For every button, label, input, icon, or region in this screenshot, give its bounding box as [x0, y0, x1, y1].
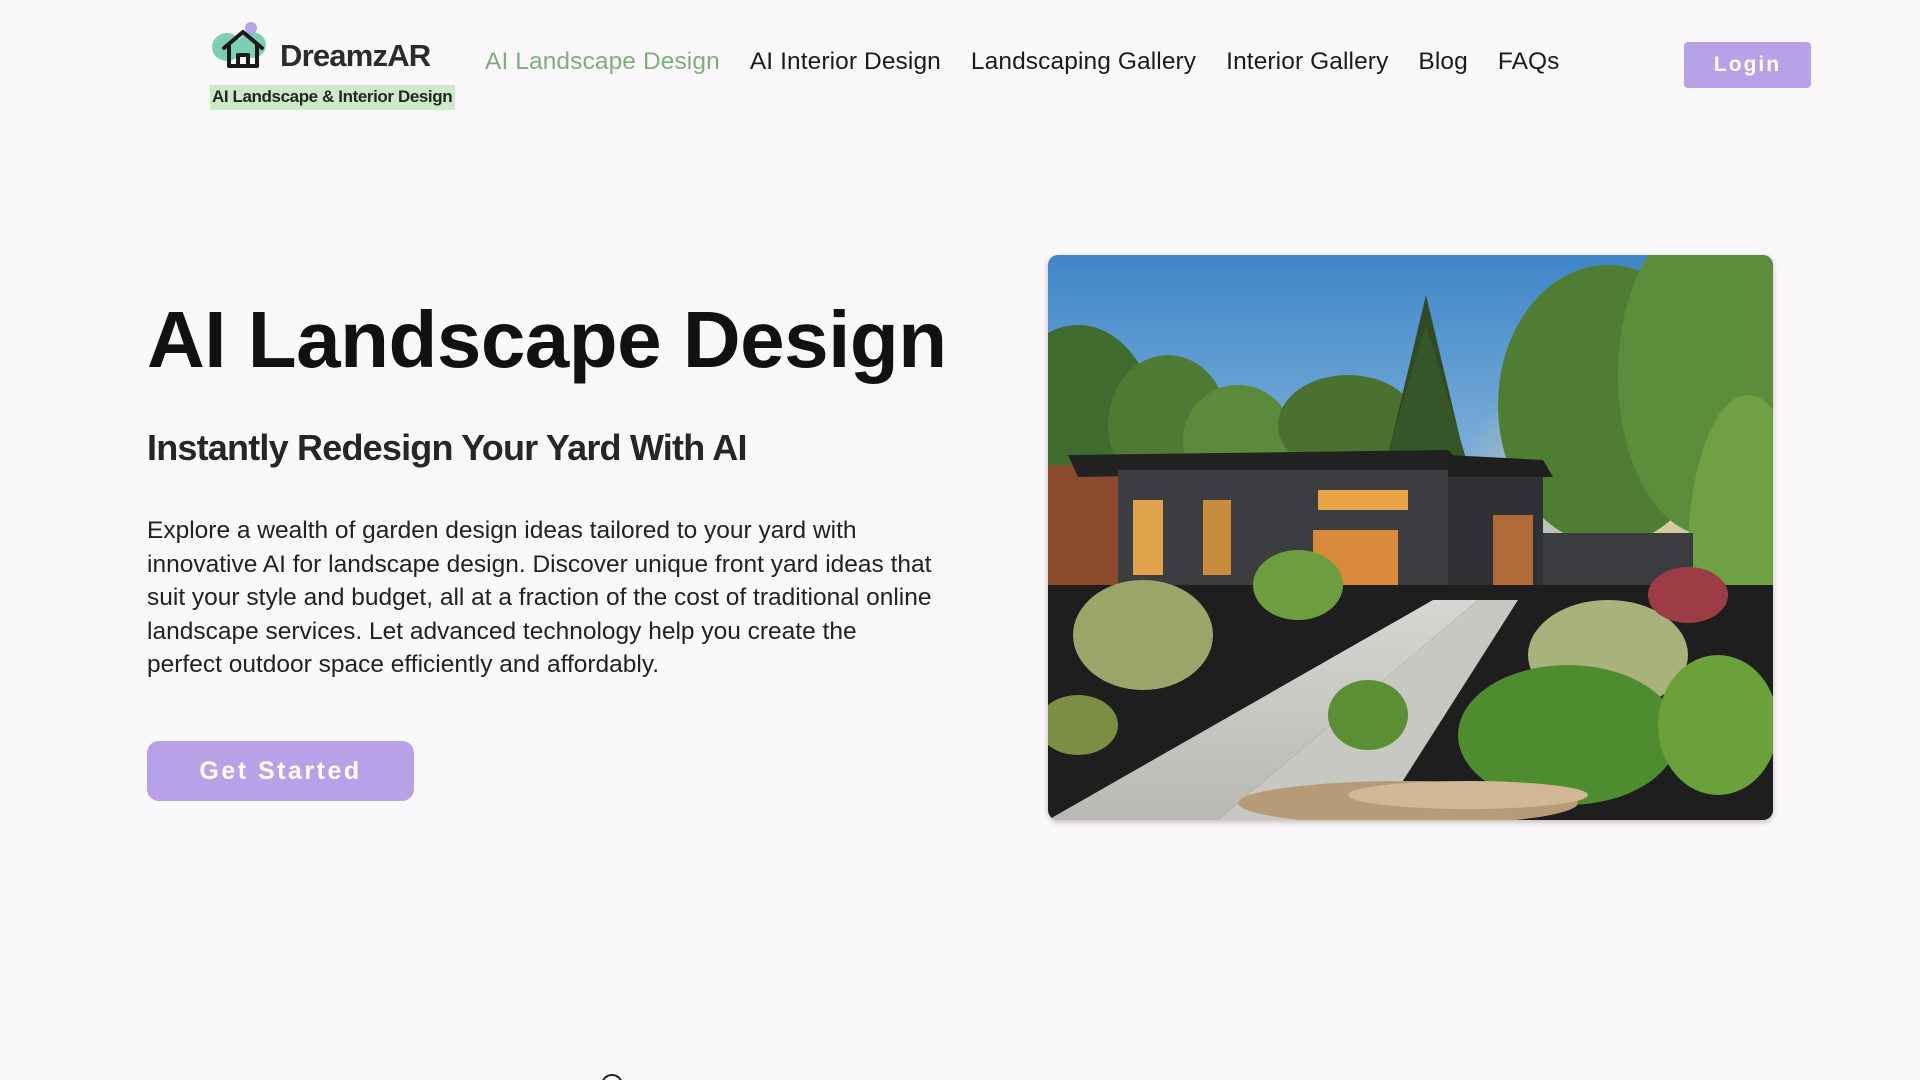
nav-item-ai-landscape-design[interactable]: AI Landscape Design: [485, 48, 720, 76]
page: DreamzAR AI Landscape & Interior Design …: [0, 0, 1920, 1080]
hero-title: AI Landscape Design: [147, 295, 947, 384]
hero-description: Explore a wealth of garden design ideas …: [147, 517, 932, 679]
hero-image: [1048, 255, 1773, 820]
house-logo-icon: [212, 22, 266, 68]
logo-name: DreamzAR: [280, 38, 431, 73]
logo[interactable]: DreamzAR AI Landscape & Interior Design: [210, 20, 480, 112]
landscaped-house-illustration: [1048, 255, 1773, 820]
main-nav: AI Landscape Design AI Interior Design L…: [485, 48, 1560, 76]
logo-tagline: AI Landscape & Interior Design: [210, 85, 456, 110]
login-button[interactable]: Login: [1684, 42, 1811, 88]
nav-item-interior-gallery[interactable]: Interior Gallery: [1226, 48, 1388, 76]
nav-item-landscaping-gallery[interactable]: Landscaping Gallery: [971, 48, 1196, 76]
site-header: DreamzAR AI Landscape & Interior Design …: [0, 0, 1920, 130]
nav-item-faqs[interactable]: FAQs: [1498, 48, 1560, 76]
nav-item-ai-interior-design[interactable]: AI Interior Design: [750, 48, 941, 76]
get-started-button[interactable]: Get Started: [147, 741, 414, 801]
scroll-indicator-icon: [601, 1074, 623, 1080]
nav-item-blog[interactable]: Blog: [1418, 48, 1467, 76]
hero-subtitle: Instantly Redesign Your Yard With AI: [147, 427, 747, 468]
